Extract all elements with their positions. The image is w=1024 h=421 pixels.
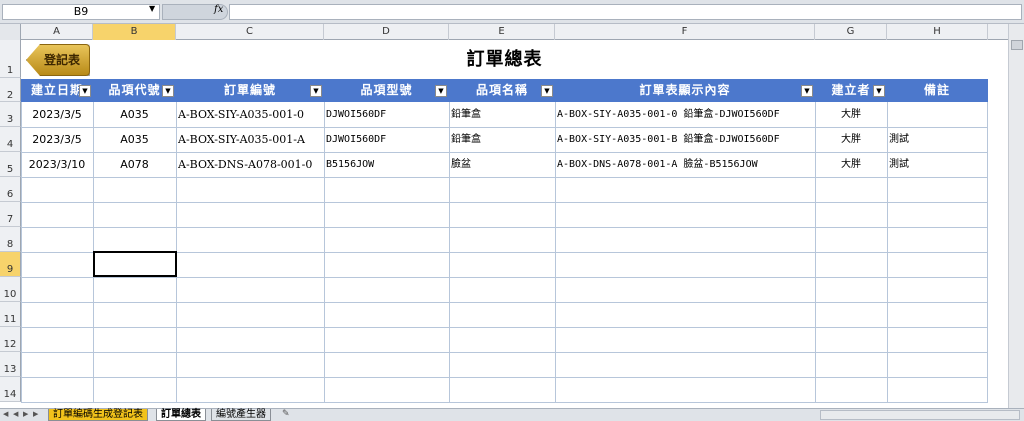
filter-dropdown-icon[interactable]: ▼ xyxy=(801,85,813,97)
header-cell: 品項型號 xyxy=(360,83,413,97)
select-all-corner[interactable] xyxy=(0,24,21,40)
cell-creator[interactable]: 大胖 xyxy=(815,153,887,177)
row-header-1[interactable]: 1 xyxy=(0,40,21,78)
column-header-d[interactable]: D xyxy=(324,24,449,40)
next-sheet-icon[interactable]: ▶ xyxy=(23,410,28,418)
scrollbar-thumb[interactable] xyxy=(1011,40,1023,50)
filter-dropdown-icon[interactable]: ▼ xyxy=(310,85,322,97)
chevron-down-icon[interactable]: ▼ xyxy=(149,4,155,13)
row-header-7[interactable]: 7 xyxy=(0,202,21,227)
active-cell-b9[interactable] xyxy=(93,251,177,277)
cell-model[interactable]: B5156JOW xyxy=(326,153,449,177)
cell-order-number[interactable]: A-BOX-SIY-A035-001-A xyxy=(178,128,324,152)
column-header-b[interactable]: B xyxy=(93,24,176,40)
header-cell: 品項名稱 xyxy=(475,83,528,97)
prev-sheet-icon[interactable]: ◀ xyxy=(13,410,18,418)
tab-order-summary[interactable]: 訂單總表 xyxy=(156,409,206,421)
last-sheet-icon[interactable]: ▶ xyxy=(33,410,38,418)
row-header-3[interactable]: 3 xyxy=(0,102,21,127)
table-header-row: 建立日期 ▼ 品項代號 ▼ 訂單編號 ▼ 品項型號 ▼ 品項名稱 ▼ 訂單表顯示… xyxy=(21,79,988,102)
cell-item-code[interactable]: A035 xyxy=(93,103,176,127)
row-header-9[interactable]: 9 xyxy=(0,252,21,277)
cell-date[interactable]: 2023/3/10 xyxy=(21,153,93,177)
cell-order-number[interactable]: A-BOX-DNS-A078-001-0 xyxy=(178,153,324,177)
cell-item-name[interactable]: 臉盆 xyxy=(451,153,555,177)
sheet-tab-bar: ◀ ◀ ▶ ▶ 訂單編碼生成登記表 訂單總表 編號產生器 ✎ xyxy=(0,408,1024,421)
cell-note[interactable] xyxy=(889,103,987,127)
name-box[interactable]: B9 xyxy=(2,4,160,20)
row-header-14[interactable]: 14 xyxy=(0,377,21,402)
cell-note[interactable]: 測試 xyxy=(889,128,987,152)
header-cell: 訂單編號 xyxy=(223,83,276,97)
tab-order-code-register[interactable]: 訂單編碼生成登記表 xyxy=(48,409,148,421)
row-header-12[interactable]: 12 xyxy=(0,327,21,352)
filter-dropdown-icon[interactable]: ▼ xyxy=(162,85,174,97)
row-header-10[interactable]: 10 xyxy=(0,277,21,302)
filter-dropdown-icon[interactable]: ▼ xyxy=(873,85,885,97)
filter-dropdown-icon[interactable]: ▼ xyxy=(541,85,553,97)
cell-model[interactable]: DJWOI560DF xyxy=(326,128,449,152)
cell-display-content[interactable]: A-BOX-SIY-A035-001-0 鉛筆盒-DJWOI560DF xyxy=(557,103,815,127)
row-header-5[interactable]: 5 xyxy=(0,152,21,177)
cell-creator[interactable]: 大胖 xyxy=(815,128,887,152)
row-header-13[interactable]: 13 xyxy=(0,352,21,377)
cell-display-content[interactable]: A-BOX-DNS-A078-001-A 臉盆-B5156JOW xyxy=(557,153,815,177)
filter-dropdown-icon[interactable]: ▼ xyxy=(435,85,447,97)
column-header-c[interactable]: C xyxy=(176,24,324,40)
row-header-8[interactable]: 8 xyxy=(0,227,21,252)
fx-icon[interactable]: fx xyxy=(214,4,223,15)
first-sheet-icon[interactable]: ◀ xyxy=(3,410,8,418)
cell-model[interactable]: DJWOI560DF xyxy=(326,103,449,127)
sheet-title: 訂單總表 xyxy=(466,49,543,70)
vertical-scrollbar[interactable] xyxy=(1008,24,1024,408)
cell-date[interactable]: 2023/3/5 xyxy=(21,128,93,152)
formula-bar: B9 ▼ fx xyxy=(0,0,1024,24)
cell-order-number[interactable]: A-BOX-SIY-A035-001-0 xyxy=(178,103,324,127)
row-header-2[interactable]: 2 xyxy=(0,78,21,102)
header-cell: 訂單表顯示內容 xyxy=(639,83,731,97)
tab-number-generator[interactable]: 編號產生器 xyxy=(211,409,271,421)
header-cell: 備註 xyxy=(923,83,950,97)
formula-input[interactable] xyxy=(229,4,1022,20)
cell-item-name[interactable]: 鉛筆盒 xyxy=(451,103,555,127)
cell-date[interactable]: 2023/3/5 xyxy=(21,103,93,127)
row-header-11[interactable]: 11 xyxy=(0,302,21,327)
column-header-e[interactable]: E xyxy=(449,24,555,40)
cell-item-code[interactable]: A078 xyxy=(93,153,176,177)
column-header-h[interactable]: H xyxy=(887,24,988,40)
column-header-f[interactable]: F xyxy=(555,24,815,40)
new-sheet-icon[interactable]: ✎ xyxy=(282,409,290,419)
cell-note[interactable]: 測試 xyxy=(889,153,987,177)
filter-dropdown-icon[interactable]: ▼ xyxy=(79,85,91,97)
column-header-bar: A B C D E F G H xyxy=(0,24,1024,40)
horizontal-scrollbar[interactable] xyxy=(820,410,1020,420)
column-header-g[interactable]: G xyxy=(815,24,887,40)
row-header-4[interactable]: 4 xyxy=(0,127,21,152)
cell-item-name[interactable]: 鉛筆盒 xyxy=(451,128,555,152)
cell-display-content[interactable]: A-BOX-SIY-A035-001-B 鉛筆盒-DJWOI560DF xyxy=(557,128,815,152)
spreadsheet-grid[interactable]: 訂單總表 登記表 建立日期 ▼ 品項代號 ▼ 訂單編號 ▼ 品項型號 ▼ 品項名… xyxy=(21,40,988,408)
row-header-6[interactable]: 6 xyxy=(0,177,21,202)
cell-creator[interactable]: 大胖 xyxy=(815,103,887,127)
cell-item-code[interactable]: A035 xyxy=(93,128,176,152)
column-header-a[interactable]: A xyxy=(21,24,93,40)
